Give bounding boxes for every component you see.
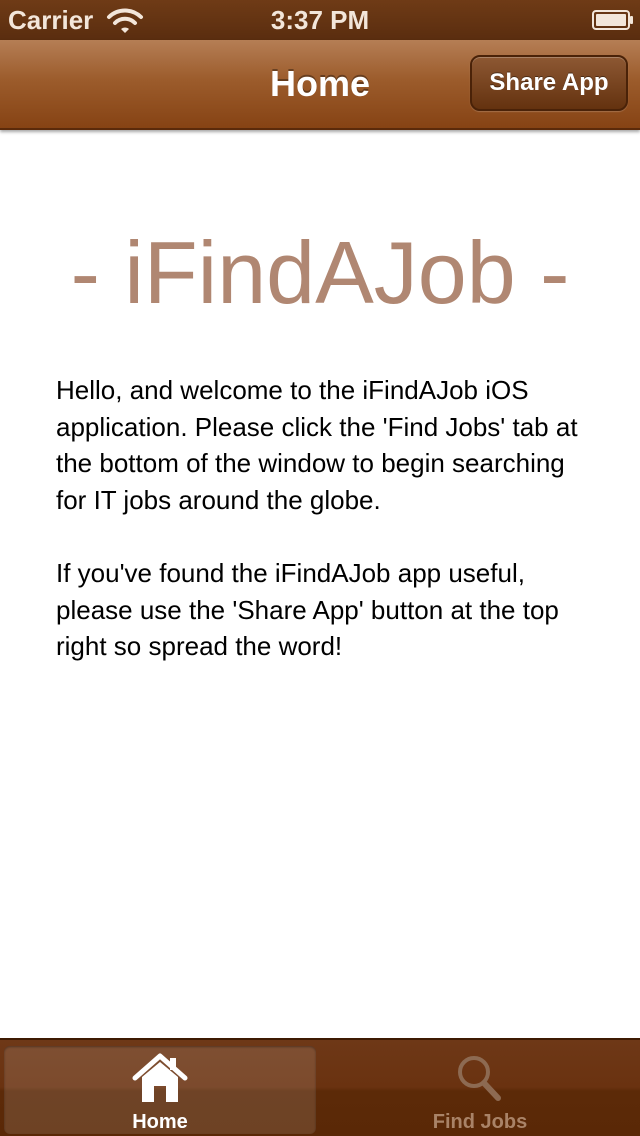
clock: 3:37 PM [270,5,370,35]
home-icon [132,1053,188,1102]
battery-icon [592,10,633,30]
tab-home[interactable]: Home [4,1046,316,1134]
app-title-heading: - iFindAJob - [70,223,570,322]
share-app-button[interactable]: Share App [470,55,628,111]
status-bar: Carrier 3:37 PM [0,0,640,40]
tab-bar: Home Find Jobs [0,1038,640,1136]
navigation-bar: Home Share App [0,40,640,130]
tab-find-jobs-label: Find Jobs [432,1111,528,1133]
share-instructions-paragraph: If you've found the iFindAJob app useful… [56,558,559,661]
welcome-paragraph: Hello, and welcome to the iFindAJob iOS … [56,375,578,515]
tab-home-label: Home [132,1111,188,1133]
iphone-screen: Carrier 3:37 PM Home Share App - iFindAJ… [0,0,640,1136]
tab-find-jobs[interactable]: Find Jobs [324,1046,636,1134]
magnifier-icon [458,1056,501,1101]
